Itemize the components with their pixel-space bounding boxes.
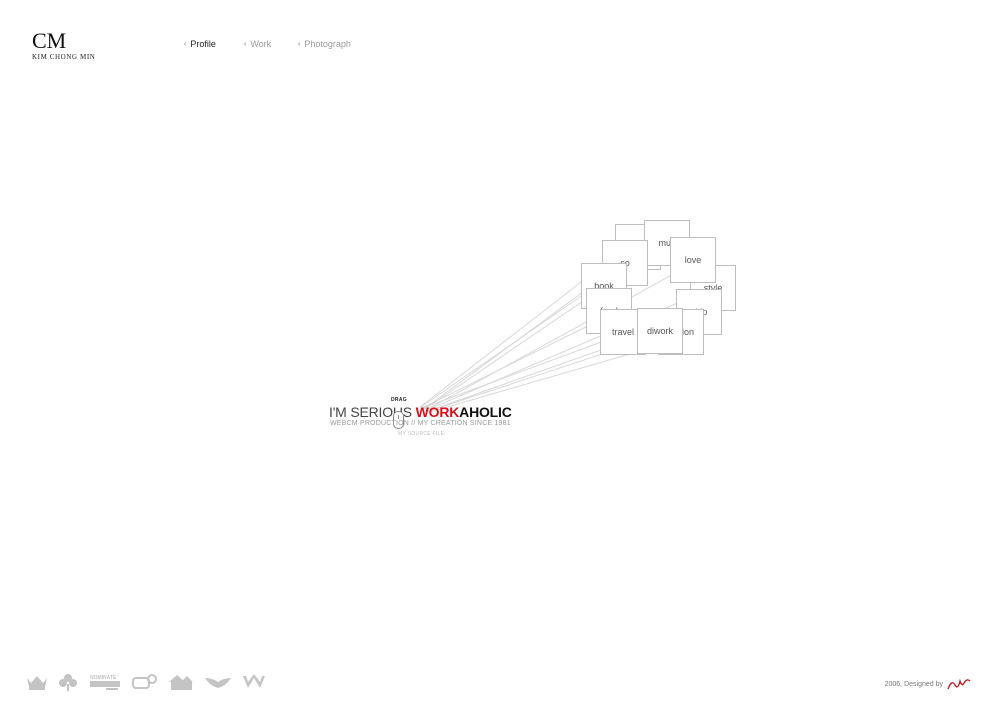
crown-icon[interactable] [26,674,48,690]
hero-subline: WEBCM PRODUCTION // MY CREATION SINCE 19… [330,420,511,427]
nav-profile-label: Profile [190,39,216,49]
nominate-award-icon[interactable]: NOMINATE [88,673,122,691]
tag-card[interactable]: love [670,237,716,283]
nav-photograph-label: Photograph [304,39,351,49]
connector-line [419,264,604,408]
headline-work: WORK [415,404,460,420]
footer-awards: NOMINATE [26,673,276,691]
chevron-left-icon: ‹ [184,40,187,48]
connector-line [420,289,591,408]
nominate-text: NOMINATE [90,675,117,681]
connector-line [422,334,621,409]
credit-text: 2006, Designed by [884,680,943,688]
nav-profile[interactable]: ‹ Profile [184,39,216,49]
source-file-link[interactable]: MY SOURCE FILE [398,431,444,437]
logo-mark: CM [32,28,67,53]
signature-icon[interactable] [946,677,972,691]
hero-headline: I'M SERIOUS WORKAHOLIC [329,404,512,420]
house-icon[interactable] [168,673,194,691]
connector-line [421,314,611,409]
nav-photograph[interactable]: ‹ Photograph [298,39,351,49]
logo-name: KIM CHONG MIN [32,53,96,61]
wing-icon[interactable] [204,674,232,690]
headline-aholic: AHOLIC [459,404,512,420]
chevron-left-icon: ‹ [298,40,301,48]
tag-card[interactable]: diwork [637,308,683,354]
connector-lines [419,244,709,413]
nav-work-label: Work [250,39,272,49]
site-logo[interactable]: CM KIM CHONG MIN [32,28,96,62]
w-logo-icon[interactable] [242,674,266,690]
footer-credit: 2006, Designed by [885,677,972,691]
flower-icon[interactable] [58,673,78,691]
chevron-left-icon: ‹ [244,40,247,48]
badge-icon[interactable] [132,674,158,690]
nav-work[interactable]: ‹ Work [244,39,271,49]
drag-label: DRAG [391,397,407,403]
